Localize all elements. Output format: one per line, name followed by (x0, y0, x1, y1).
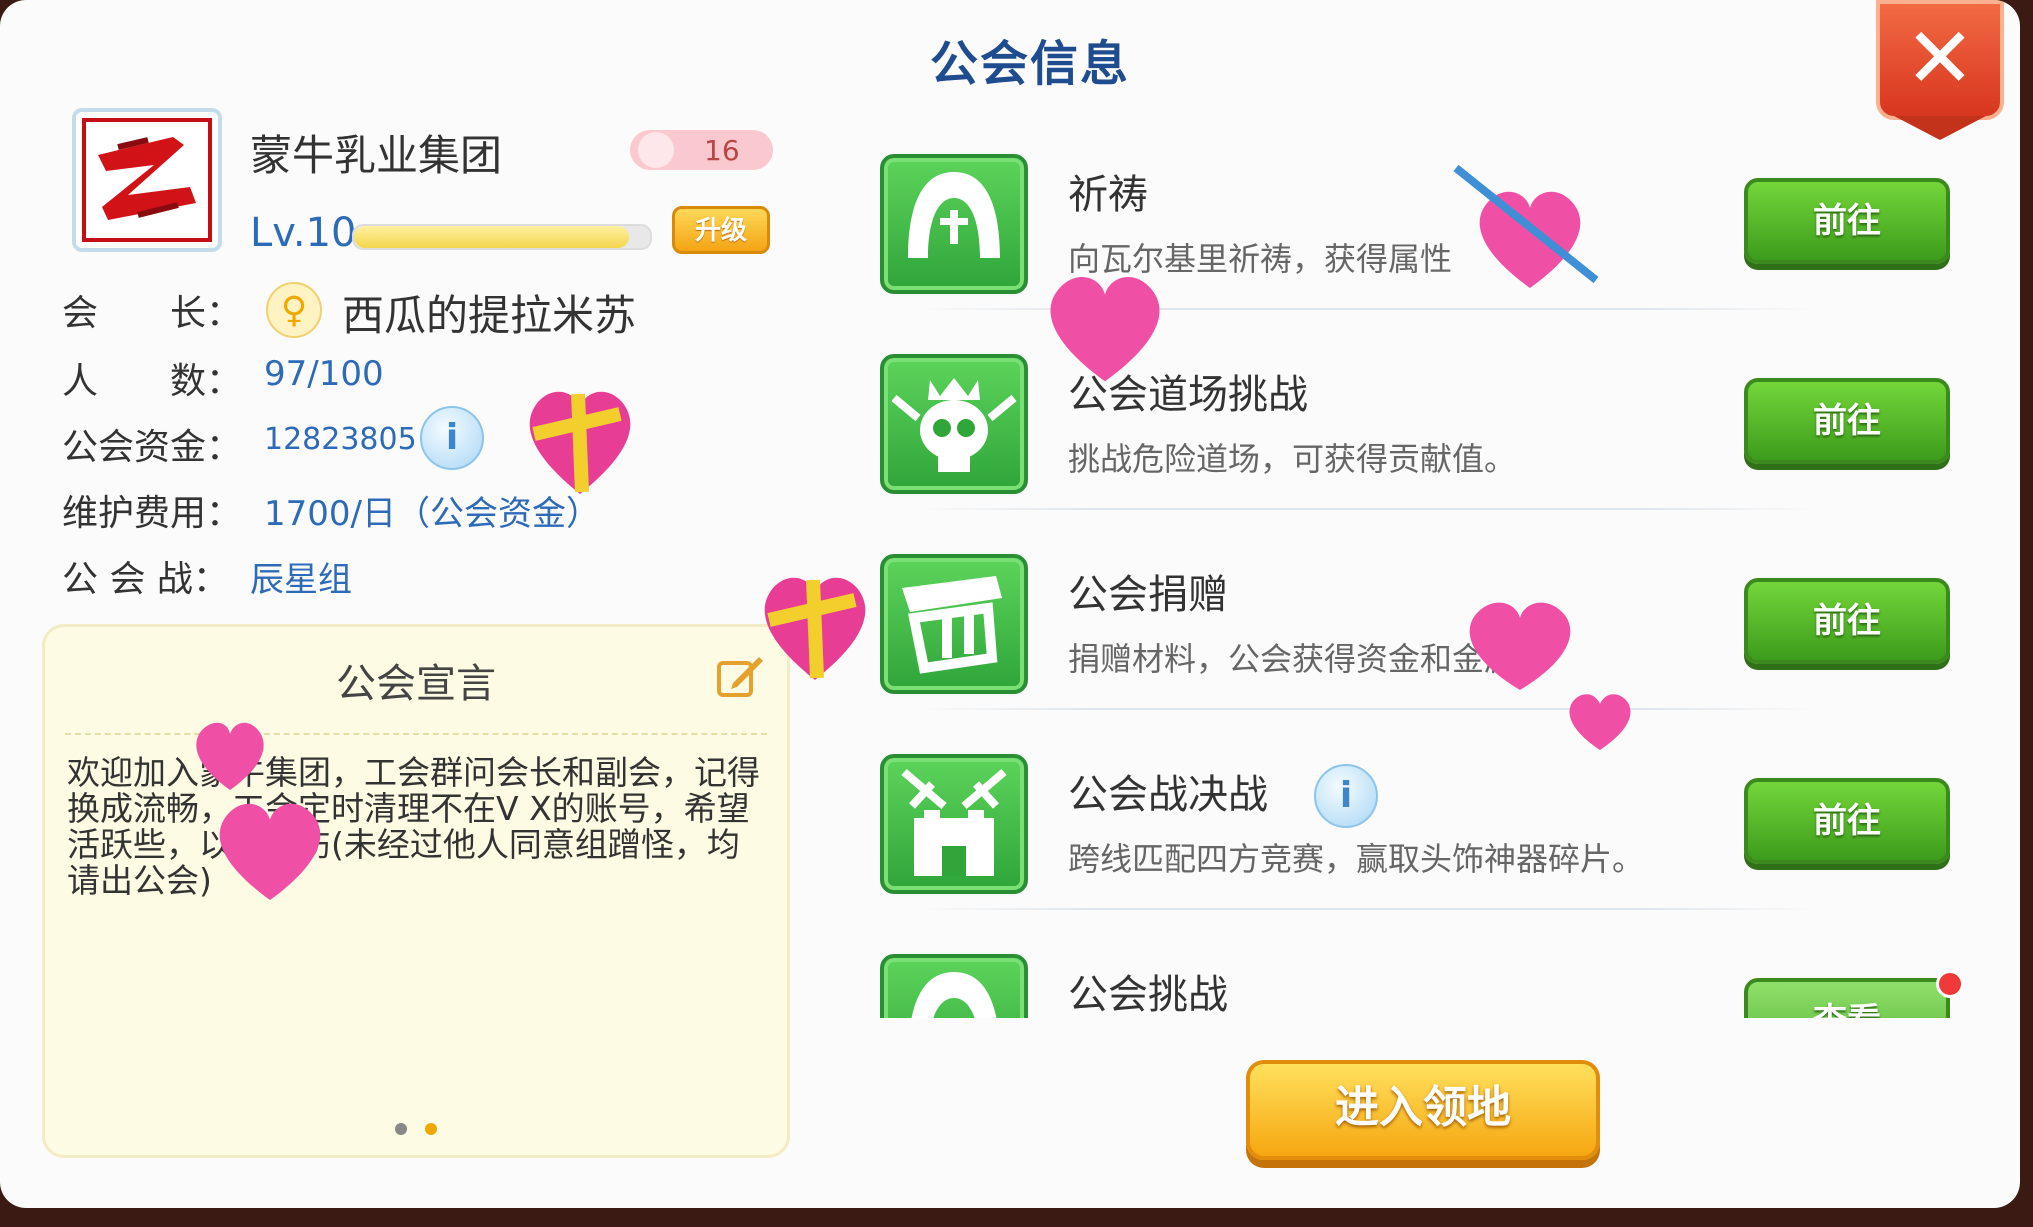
upkeep-label: 维护费用： (62, 493, 243, 534)
heart-icon (1469, 602, 1631, 750)
guild-info-dialog: 公会信息 ✕ 蒙牛乳业集团 16 Lv.10 升级 会 长： ♀ 西瓜的提拉米苏… (0, 0, 2020, 1208)
female-icon: ♀ (266, 282, 322, 338)
page-indicator (45, 1120, 787, 1139)
go-button[interactable]: 前往 (1744, 378, 1950, 464)
notification-dot (1936, 970, 1964, 998)
go-button[interactable]: 前往 (1744, 578, 1950, 664)
activity-item-dojo: 公会道场挑战 挑战危险道场，可获得贡献值。 前往 (850, 310, 1996, 510)
activity-name: 公会挑战 (1068, 972, 1228, 1018)
funds-value: 12823805 (264, 422, 417, 457)
page-dot-active (424, 1123, 437, 1135)
activity-name: 公会捐赠 (1068, 572, 1228, 618)
guild-emblem[interactable] (72, 108, 222, 252)
prayer-icon (880, 954, 1028, 1018)
heart-gift-icon (529, 391, 631, 494)
funds-info-icon[interactable]: i (420, 406, 484, 470)
heart-arrow-icon (1453, 164, 1599, 288)
go-button[interactable]: 前往 (1744, 778, 1950, 864)
members-label: 人 数： (62, 361, 243, 402)
level-progress-fill (354, 226, 630, 248)
funds-label: 公会资金： (62, 427, 243, 468)
activity-desc: 挑战危险道场，可获得贡献值。 (1068, 440, 1517, 478)
guild-war-info-icon[interactable]: i (1314, 764, 1378, 828)
points-icon (638, 132, 674, 168)
activity-item-prayer: 祈祷 向瓦尔基里祈祷，获得属性 前往 (850, 110, 1996, 310)
heart-icon (1050, 277, 1160, 382)
skull-icon (880, 354, 1028, 494)
close-button[interactable]: ✕ (1876, 0, 2004, 120)
emblem-image (82, 118, 212, 242)
activity-item-donate: 公会捐赠 捐赠材料，公会获得资金和金属 前往 (850, 510, 1996, 710)
heart-gift-icon (764, 577, 866, 680)
go-button[interactable]: 前往 (1744, 178, 1950, 264)
prayer-icon (880, 154, 1028, 294)
view-button[interactable]: 查看 (1744, 978, 1950, 1018)
members-value: 97/100 (264, 354, 384, 394)
guild-level: Lv.10 (250, 210, 357, 256)
castle-swords-icon (880, 754, 1028, 894)
enter-territory-button[interactable]: 进入领地 (1246, 1060, 1600, 1160)
declaration-divider (65, 733, 767, 735)
guild-war-value: 辰星组 (250, 560, 352, 600)
page-dot (395, 1123, 408, 1135)
points-value: 16 (704, 133, 740, 167)
upgrade-button[interactable]: 升级 (672, 206, 770, 254)
activity-name: 公会战决战 (1068, 772, 1268, 818)
guild-points-badge: 16 (630, 130, 773, 170)
activity-name: 祈祷 (1068, 172, 1148, 218)
leader-name[interactable]: 西瓜的提拉米苏 (342, 282, 636, 343)
guild-war-label: 公 会 战： (62, 559, 229, 600)
activity-item-challenge: 公会挑战 查看 (850, 910, 1996, 1018)
activity-desc: 跨线匹配四方竞赛，赢取头饰神器碎片。 (1068, 840, 1645, 878)
activity-list[interactable]: 祈祷 向瓦尔基里祈祷，获得属性 前往 公会道场挑战 挑战危险道场，可获得贡献值。… (850, 110, 1996, 1018)
guild-declaration-card: 公会宣言 欢迎加入蒙牛集团，工会群问会长和副会，记得换成流畅，工会定时清理不在V… (42, 624, 790, 1158)
heart-icon (196, 722, 321, 900)
donate-box-icon (880, 554, 1028, 694)
dialog-title: 公会信息 (929, 36, 1130, 92)
leader-label: 会 长： (62, 293, 243, 334)
activity-item-guild-war: 公会战决战 i 跨线匹配四方竞赛，赢取头饰神器碎片。 前往 (850, 710, 1996, 910)
declaration-title: 公会宣言 (336, 661, 496, 707)
guild-name: 蒙牛乳业集团 (250, 131, 503, 180)
declaration-text: 欢迎加入蒙牛集团，工会群问会长和副会，记得换成流畅，工会定时清理不在V X的账号… (67, 753, 760, 900)
level-progress-bar (352, 224, 652, 250)
